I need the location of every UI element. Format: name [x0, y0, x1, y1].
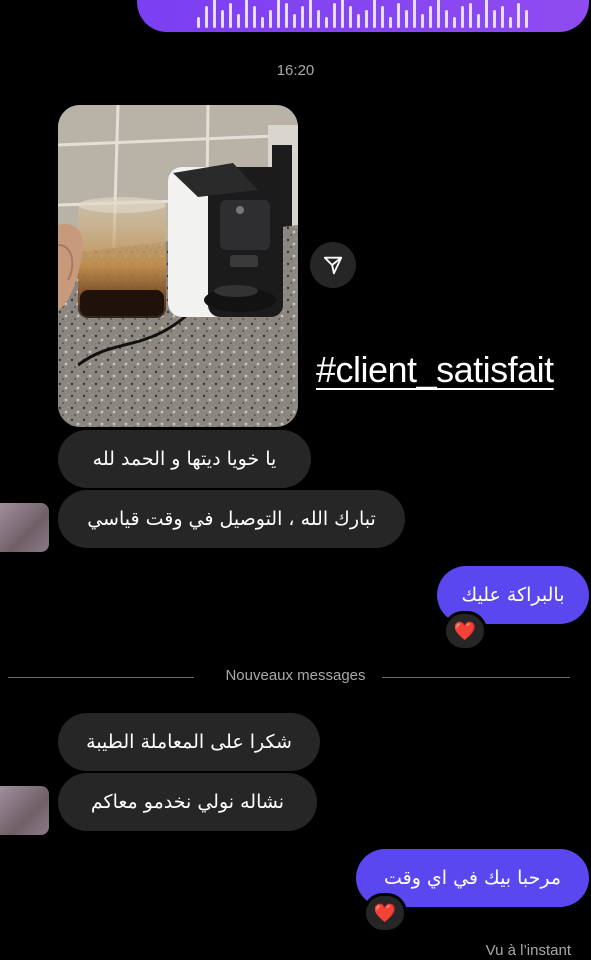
heart-reaction-icon[interactable]: ❤️ — [443, 611, 487, 651]
waveform-bar — [213, 0, 216, 28]
story-hashtag[interactable]: #client_satisfait — [316, 349, 554, 391]
waveform-bar — [421, 14, 424, 28]
send-icon — [323, 256, 343, 275]
waveform-bar — [365, 10, 368, 28]
waveform-bar — [285, 3, 288, 28]
waveform-bar — [429, 6, 432, 28]
waveform-bar — [437, 0, 440, 28]
heart-reaction-icon[interactable]: ❤️ — [363, 893, 407, 933]
waveform-bar — [277, 0, 280, 28]
waveform-bar — [445, 10, 448, 28]
avatar[interactable] — [0, 786, 49, 835]
incoming-message[interactable]: نشاله نولي نخدمو معاكم — [58, 773, 317, 831]
waveform-bar — [325, 17, 328, 28]
voice-message-bubble[interactable] — [137, 0, 589, 32]
waveform-bar — [389, 17, 392, 28]
waveform-bar — [245, 0, 248, 28]
waveform-bar — [485, 0, 488, 28]
waveform-bar — [477, 14, 480, 28]
waveform-bar — [341, 0, 344, 28]
waveform-bar — [269, 10, 272, 28]
waveform-bar — [237, 14, 240, 28]
waveform-bar — [381, 6, 384, 28]
waveform-bar — [373, 0, 376, 28]
new-messages-divider: Nouveaux messages — [225, 667, 366, 684]
waveform-bar — [205, 6, 208, 28]
coffee-machine-photo — [58, 105, 298, 427]
waveform-bar — [357, 14, 360, 28]
waveform-bar — [293, 14, 296, 28]
incoming-message[interactable]: تبارك الله ، التوصيل في وقت قياسي — [58, 490, 405, 548]
waveform-bar — [453, 17, 456, 28]
waveform-bar — [397, 3, 400, 28]
seen-status: Vu à l’instant — [485, 942, 571, 959]
waveform-bar — [333, 3, 336, 28]
waveform-bar — [309, 0, 312, 28]
waveform-bar — [493, 10, 496, 28]
waveform-bar — [517, 3, 520, 28]
waveform-bar — [413, 0, 416, 28]
waveform-bar — [509, 17, 512, 28]
waveform-bar — [405, 10, 408, 28]
waveform-bar — [197, 17, 200, 28]
audio-waveform — [197, 0, 528, 28]
waveform-bar — [501, 6, 504, 28]
incoming-message[interactable]: شكرا على المعاملة الطيبة — [58, 713, 320, 771]
waveform-bar — [301, 6, 304, 28]
share-button[interactable] — [310, 242, 356, 288]
story-reply-image[interactable] — [58, 105, 298, 427]
waveform-bar — [317, 10, 320, 28]
waveform-bar — [261, 17, 264, 28]
incoming-message[interactable]: يا خويا ديتها و الحمد لله — [58, 430, 311, 488]
waveform-bar — [229, 3, 232, 28]
waveform-bar — [253, 6, 256, 28]
waveform-bar — [461, 6, 464, 28]
waveform-bar — [221, 10, 224, 28]
waveform-bar — [525, 10, 528, 28]
message-timestamp: 16:20 — [276, 62, 315, 79]
waveform-bar — [469, 3, 472, 28]
waveform-bar — [349, 6, 352, 28]
avatar[interactable] — [0, 503, 49, 552]
